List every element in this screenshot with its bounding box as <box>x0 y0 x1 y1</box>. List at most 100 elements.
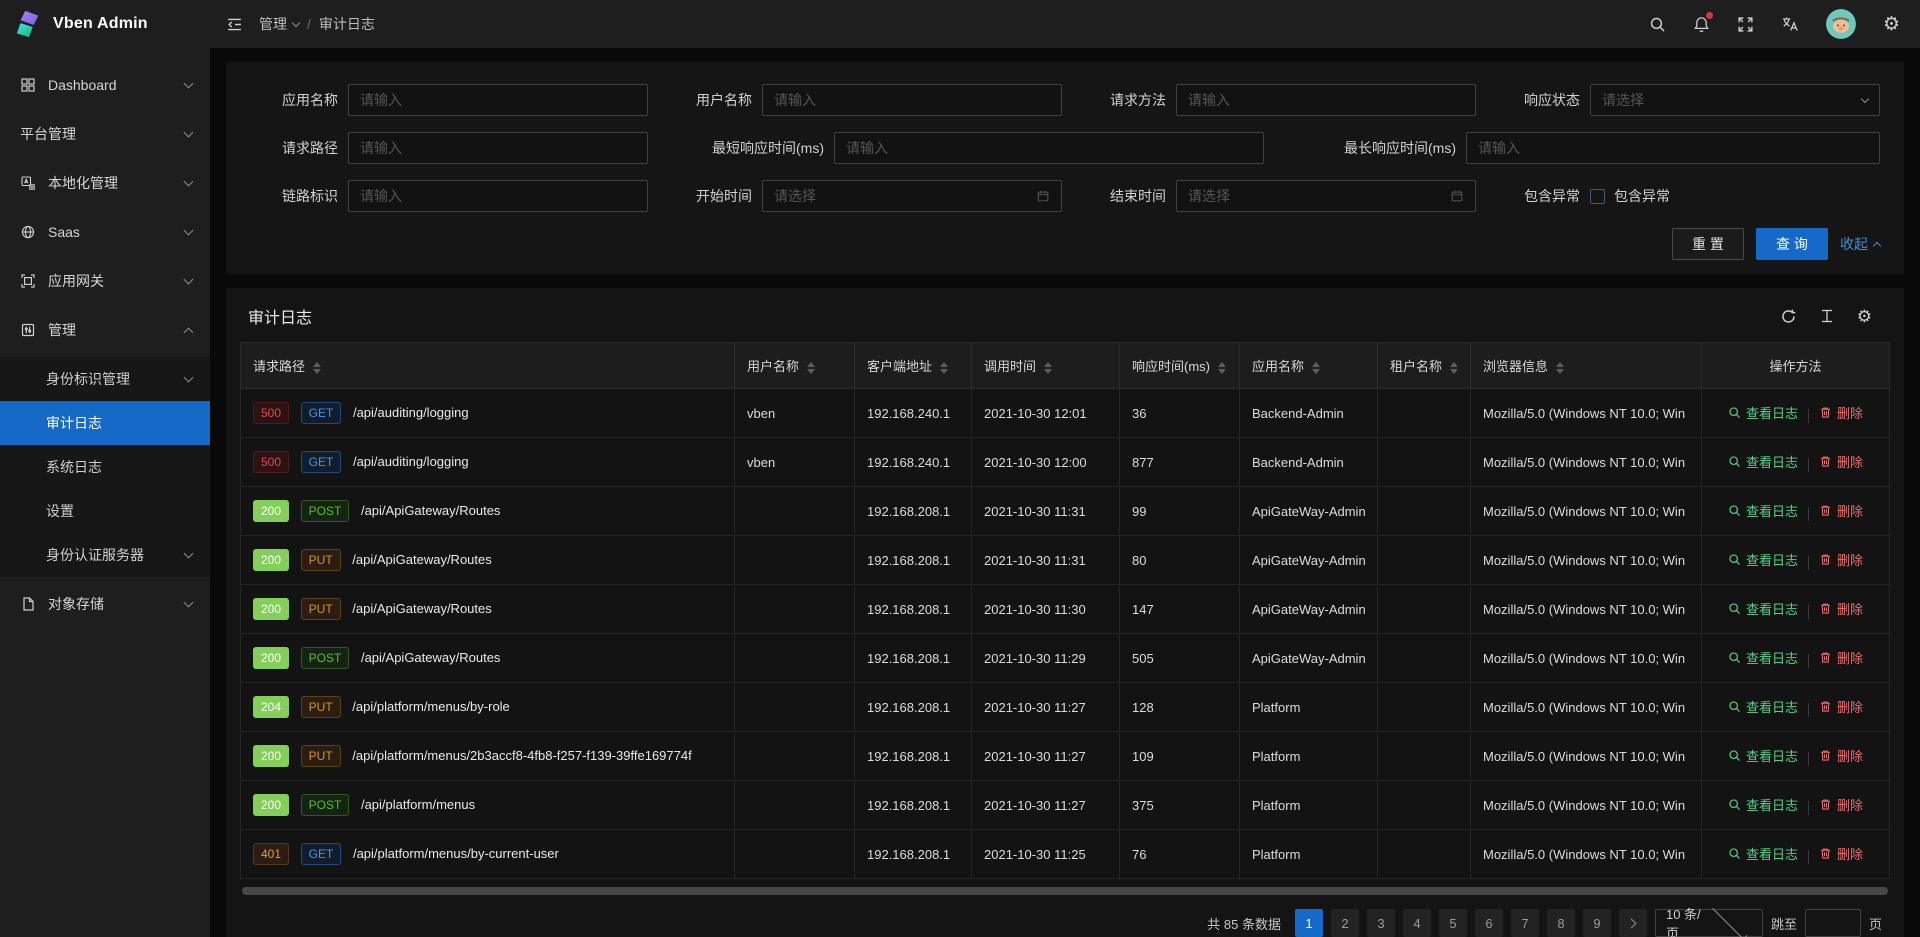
sort-icon[interactable] <box>1312 362 1320 374</box>
delete-link[interactable]: 删除 <box>1819 648 1863 667</box>
reset-button[interactable]: 重 置 <box>1672 228 1744 260</box>
sidebar-item-system-log[interactable]: 系统日志 <box>0 445 210 489</box>
view-log-link[interactable]: 查看日志 <box>1728 746 1798 765</box>
view-log-link[interactable]: 查看日志 <box>1728 599 1798 618</box>
actions-cell: 查看日志 删除 <box>1702 389 1890 438</box>
col-header-duration[interactable]: 响应时间(ms) <box>1120 343 1240 389</box>
delete-link[interactable]: 删除 <box>1819 452 1863 471</box>
sort-icon[interactable] <box>1044 362 1052 374</box>
view-log-link[interactable]: 查看日志 <box>1728 550 1798 569</box>
horizontal-scrollbar[interactable] <box>242 887 1888 895</box>
page-button[interactable]: 1 <box>1295 909 1323 937</box>
refresh-icon[interactable] <box>1780 308 1797 325</box>
sort-icon[interactable] <box>313 362 321 374</box>
breadcrumb-level1[interactable]: 管理 <box>259 14 299 34</box>
col-header-path[interactable]: 请求路径 <box>241 343 735 389</box>
delete-link[interactable]: 删除 <box>1819 746 1863 765</box>
sidebar-item-localization[interactable]: 本地化管理 <box>0 161 210 205</box>
search-icon[interactable] <box>1649 16 1666 33</box>
request-path-input[interactable] <box>360 140 636 156</box>
method-badge: PUT <box>301 549 341 571</box>
notification-bell-icon[interactable] <box>1693 16 1710 33</box>
view-log-link[interactable]: 查看日志 <box>1728 452 1798 471</box>
jump-page-input[interactable] <box>1805 909 1861 937</box>
sort-icon[interactable] <box>940 362 948 374</box>
method-badge: GET <box>301 843 342 865</box>
page-button[interactable]: 2 <box>1331 909 1359 937</box>
delete-link[interactable]: 删除 <box>1819 697 1863 716</box>
sidebar-item-settings[interactable]: 设置 <box>0 489 210 533</box>
settings-gear-icon[interactable]: ⚙ <box>1883 15 1900 34</box>
column-height-icon[interactable] <box>1819 308 1835 324</box>
delete-link[interactable]: 删除 <box>1819 403 1863 422</box>
search-button[interactable]: 查 询 <box>1756 228 1828 260</box>
col-header-browser[interactable]: 浏览器信息 <box>1471 343 1702 389</box>
duration-cell: 80 <box>1120 536 1240 585</box>
delete-link[interactable]: 删除 <box>1819 550 1863 569</box>
trace-id-input[interactable] <box>360 188 636 204</box>
sidebar-item-saas[interactable]: Saas <box>0 210 210 254</box>
page-button[interactable]: 5 <box>1439 909 1467 937</box>
delete-link[interactable]: 删除 <box>1819 844 1863 863</box>
delete-link[interactable]: 删除 <box>1819 795 1863 814</box>
app-name-input[interactable] <box>360 92 636 108</box>
page-button[interactable]: 9 <box>1583 909 1611 937</box>
view-log-link[interactable]: 查看日志 <box>1728 697 1798 716</box>
sidebar-item-gateway[interactable]: 应用网关 <box>0 259 210 303</box>
page-button[interactable]: 4 <box>1403 909 1431 937</box>
breadcrumb-level2[interactable]: 审计日志 <box>319 14 375 34</box>
page-button[interactable]: 6 <box>1475 909 1503 937</box>
view-log-link[interactable]: 查看日志 <box>1728 844 1798 863</box>
trash-icon <box>1819 553 1832 566</box>
view-log-link[interactable]: 查看日志 <box>1728 403 1798 422</box>
next-page-button[interactable] <box>1619 909 1647 937</box>
tenant-cell <box>1378 438 1471 487</box>
max-response-time-input[interactable] <box>1478 140 1868 156</box>
logo[interactable]: Vben Admin <box>0 0 210 48</box>
action-divider <box>1808 801 1809 815</box>
user-name-input[interactable] <box>774 92 1050 108</box>
fullscreen-icon[interactable] <box>1737 16 1754 33</box>
page-button[interactable]: 7 <box>1511 909 1539 937</box>
sidebar-item-audit-log[interactable]: 审计日志 <box>0 401 210 445</box>
status-badge: 401 <box>253 843 289 865</box>
sort-icon[interactable] <box>807 362 815 374</box>
user-name-cell <box>735 585 855 634</box>
col-header-call-time[interactable]: 调用时间 <box>972 343 1120 389</box>
translate-icon[interactable] <box>1781 15 1799 33</box>
view-log-link[interactable]: 查看日志 <box>1728 648 1798 667</box>
sidebar-item-object-storage[interactable]: 对象存储 <box>0 582 210 626</box>
response-status-select[interactable]: 请选择 <box>1590 84 1880 116</box>
sidebar-item-dashboard[interactable]: Dashboard <box>0 63 210 107</box>
start-time-picker[interactable]: 请选择 <box>762 180 1062 212</box>
menu-fold-icon[interactable] <box>226 16 243 33</box>
avatar[interactable] <box>1826 9 1856 39</box>
delete-link[interactable]: 删除 <box>1819 599 1863 618</box>
sidebar-item-identity-management[interactable]: 身份标识管理 <box>0 357 210 401</box>
view-log-link[interactable]: 查看日志 <box>1728 501 1798 520</box>
page-size-select[interactable]: 10 条/页 <box>1655 909 1763 937</box>
collapse-link[interactable]: 收起 <box>1840 234 1880 254</box>
sidebar-item-platform[interactable]: 平台管理 <box>0 112 210 156</box>
col-header-tenant[interactable]: 租户名称 <box>1378 343 1471 389</box>
min-response-time-input[interactable] <box>846 140 1252 156</box>
view-log-link[interactable]: 查看日志 <box>1728 795 1798 814</box>
col-header-user[interactable]: 用户名称 <box>735 343 855 389</box>
sidebar-item-manage[interactable]: 管理 <box>0 308 210 352</box>
end-time-picker[interactable]: 请选择 <box>1176 180 1476 212</box>
page-button[interactable]: 3 <box>1367 909 1395 937</box>
sidebar-submenu-manage: 身份标识管理 审计日志 系统日志 设置 身份认证服务器 <box>0 357 210 577</box>
sort-icon[interactable] <box>1218 362 1226 374</box>
sort-icon[interactable] <box>1556 362 1564 374</box>
http-method-input[interactable] <box>1188 92 1464 108</box>
table-title: 审计日志 <box>248 304 312 328</box>
sidebar-item-identity-server[interactable]: 身份认证服务器 <box>0 533 210 577</box>
page-button[interactable]: 8 <box>1547 909 1575 937</box>
include-exception-checkbox[interactable] <box>1590 189 1605 204</box>
sort-icon[interactable] <box>1450 362 1458 374</box>
delete-link[interactable]: 删除 <box>1819 501 1863 520</box>
table-settings-gear-icon[interactable]: ⚙ <box>1857 308 1872 325</box>
col-header-client-ip[interactable]: 客户端地址 <box>855 343 972 389</box>
audit-log-table: 请求路径 用户名称 客户端地址 调用时间 响应时间(ms) 应用名称 租户名称 … <box>240 342 1890 879</box>
col-header-app[interactable]: 应用名称 <box>1240 343 1378 389</box>
